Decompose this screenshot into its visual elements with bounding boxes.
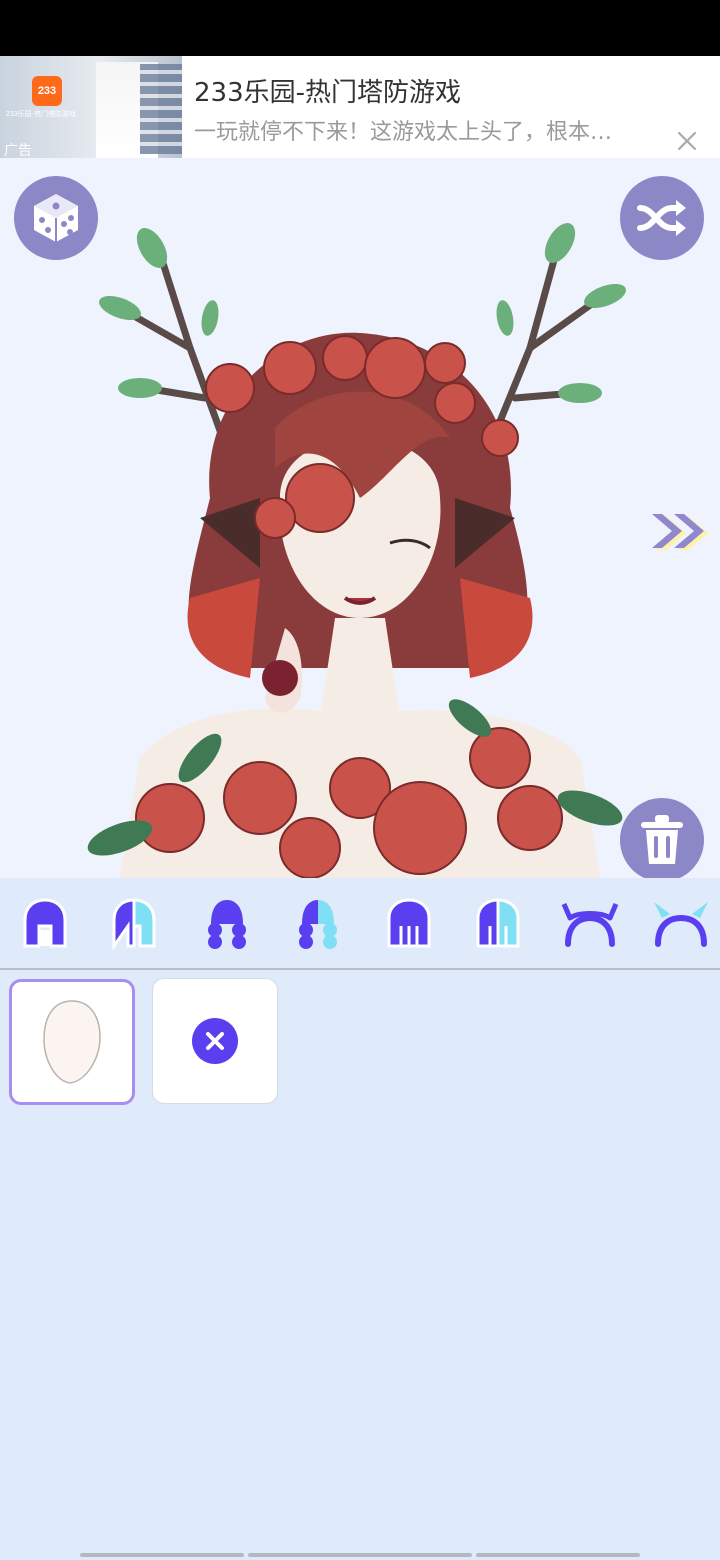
hair-braid-icon[interactable]: [201, 896, 253, 950]
horns-icon[interactable]: [650, 896, 712, 950]
nav-indicator: [476, 1553, 640, 1557]
character-illustration: [87, 223, 626, 878]
random-dice-button[interactable]: [14, 176, 98, 260]
ad-logo: 233: [32, 76, 62, 106]
remove-icon: [192, 1018, 238, 1064]
shuffle-button[interactable]: [620, 176, 704, 260]
delete-button[interactable]: [620, 798, 704, 882]
status-bar: [0, 0, 720, 56]
character-canvas[interactable]: [0, 158, 720, 878]
ad-tag: 广告: [4, 142, 32, 158]
ad-subtitle[interactable]: 一玩就停不下来！这游戏太上头了，根本…: [194, 114, 654, 146]
none-option[interactable]: [152, 978, 278, 1104]
close-icon[interactable]: [672, 126, 702, 156]
ad-banner[interactable]: 233 233乐园-热门塔防游戏 广告 233乐园-热门塔防游戏 一玩就停不下来…: [0, 56, 720, 158]
ad-title[interactable]: 233乐园-热门塔防游戏: [194, 72, 461, 109]
face-shape-option[interactable]: [9, 979, 135, 1105]
double-chevron-right-icon[interactable]: [650, 510, 712, 556]
dice-icon: [34, 194, 78, 242]
hair-front-icon[interactable]: [19, 896, 71, 950]
hair-braid-icon[interactable]: [292, 896, 344, 950]
horns-icon[interactable]: [560, 896, 620, 950]
nav-indicator: [80, 1553, 244, 1557]
divider: [0, 968, 720, 970]
face-shape-icon: [43, 1000, 101, 1084]
parts-category-bar: [0, 878, 720, 968]
ad-thumbnail-app-grid: [140, 64, 182, 154]
nav-indicator: [248, 1553, 472, 1557]
hair-back-icon[interactable]: [383, 896, 435, 950]
ad-thumbnail-caption: 233乐园-热门塔防游戏: [6, 111, 77, 118]
hair-back-icon[interactable]: [472, 896, 524, 950]
hair-front-icon[interactable]: [108, 896, 160, 950]
trash-icon: [641, 815, 683, 864]
shuffle-icon: [637, 200, 686, 236]
ad-thumbnail[interactable]: 233 233乐园-热门塔防游戏 广告: [0, 56, 182, 158]
